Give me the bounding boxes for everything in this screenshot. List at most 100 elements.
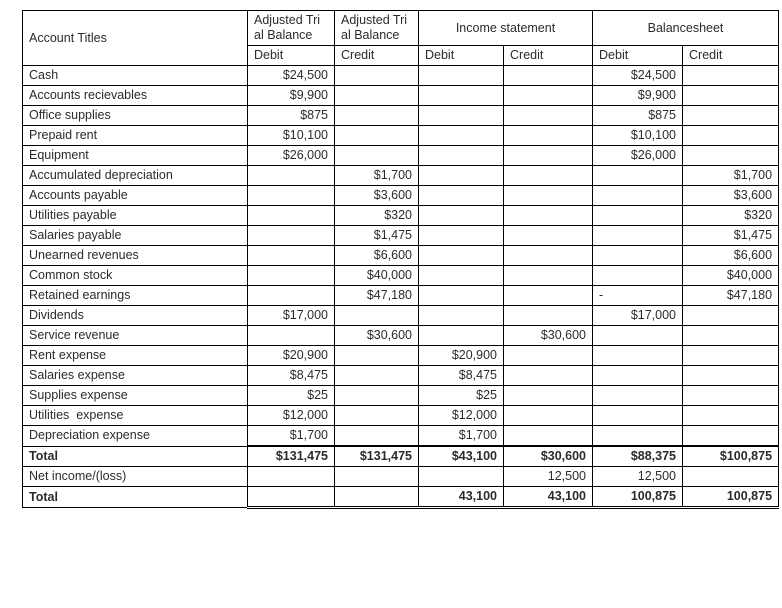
subheader-atb-debit: Debit <box>247 45 335 66</box>
atb-debit-cell <box>247 185 335 206</box>
income-statement-credit-cell: $30,600 <box>502 325 594 346</box>
subheader-bs-credit: Credit <box>682 45 780 66</box>
balance-sheet-debit-cell: $9,900 <box>592 85 684 106</box>
balance-sheet-debit-cell <box>592 325 684 346</box>
income-statement-credit-cell <box>502 225 594 246</box>
header-group-row: Account Titles Adjusted Tri al Balance A… <box>22 10 780 66</box>
table-header: Account Titles Adjusted Tri al Balance A… <box>22 10 780 66</box>
atb-debit-cell <box>247 285 335 306</box>
account-title-cell: Total <box>22 486 248 508</box>
balance-sheet-credit-cell <box>682 85 780 106</box>
income-statement-debit-cell <box>418 285 504 306</box>
income-statement-credit-cell <box>502 305 594 326</box>
balance-sheet-credit-cell: $1,475 <box>682 225 780 246</box>
income-statement-credit-cell <box>502 405 594 426</box>
table-row: Salaries expense $8,475 $8,475 <box>22 365 780 386</box>
account-title-cell: Supplies expense <box>22 385 248 406</box>
income-statement-credit-cell <box>502 65 594 86</box>
balance-sheet-credit-cell: $6,600 <box>682 245 780 266</box>
balance-sheet-credit-cell: $3,600 <box>682 185 780 206</box>
table-row: Retained earnings $47,180- $47,180 <box>22 285 780 306</box>
balance-sheet-credit-cell <box>682 425 780 447</box>
table-row: Office supplies $875 $875 <box>22 105 780 126</box>
balance-sheet-debit-cell: $875 <box>592 105 684 126</box>
account-title-cell: Net income/(loss) <box>22 466 248 487</box>
balance-sheet-debit-cell: 12,500 <box>592 466 684 487</box>
atb-debit-cell: $12,000 <box>247 405 335 426</box>
subheader-is-credit: Credit <box>502 45 594 66</box>
header-account-titles: Account Titles <box>22 10 248 66</box>
income-statement-credit-cell <box>502 265 594 286</box>
income-statement-debit-cell <box>418 85 504 106</box>
atb-credit-cell: $3,600 <box>334 185 419 206</box>
income-statement-debit-cell <box>418 205 504 226</box>
balance-sheet-credit-cell <box>682 145 780 166</box>
atb-credit-cell <box>334 145 419 166</box>
balance-sheet-credit-cell: 100,875 <box>682 486 780 509</box>
subheader-bs-debit: Debit <box>592 45 684 66</box>
income-statement-debit-cell: $12,000 <box>418 405 504 426</box>
balance-sheet-debit-cell <box>592 425 684 447</box>
table-row: Utilities expense $12,000 $12,000 <box>22 405 780 426</box>
account-title-cell: Cash <box>22 65 248 86</box>
account-title-cell: Dividends <box>22 305 248 326</box>
atb-credit-cell <box>334 466 419 487</box>
account-title-cell: Total <box>22 445 248 467</box>
atb-credit-cell: $1,700 <box>334 165 419 186</box>
account-title-cell: Accounts recievables <box>22 85 248 106</box>
income-statement-debit-cell: $25 <box>418 385 504 406</box>
income-statement-credit-cell <box>502 385 594 406</box>
atb-debit-cell <box>247 265 335 286</box>
atb-debit-cell: $26,000 <box>247 145 335 166</box>
account-title-cell: Salaries payable <box>22 225 248 246</box>
income-statement-debit-cell <box>418 105 504 126</box>
income-statement-debit-cell <box>418 265 504 286</box>
balance-sheet-debit-cell <box>592 185 684 206</box>
account-title-cell: Office supplies <box>22 105 248 126</box>
table-row: Accounts payable $3,600 $3,600 <box>22 185 780 206</box>
table-row: Accumulated depreciation $1,700 $1,700 <box>22 165 780 186</box>
atb-debit-cell: $10,100 <box>247 125 335 146</box>
atb-debit-cell <box>247 225 335 246</box>
income-statement-debit-cell: $20,900 <box>418 345 504 366</box>
balance-sheet-credit-cell: $1,700 <box>682 165 780 186</box>
balance-sheet-debit-cell: $24,500 <box>592 65 684 86</box>
balance-sheet-credit-cell <box>682 325 780 346</box>
table-row: Utilities payable $320 $320 <box>22 205 780 226</box>
table-row: Equipment $26,000 $26,000 <box>22 145 780 166</box>
table-row: Cash $24,500 $24,500 <box>22 65 780 86</box>
final-total-row: Total 43,100 43,100 100,875 100,875 <box>22 486 780 509</box>
income-statement-credit-cell <box>502 205 594 226</box>
atb-credit-cell <box>334 85 419 106</box>
atb-credit-cell: $40,000 <box>334 265 419 286</box>
income-statement-credit-cell <box>502 165 594 186</box>
table-row: Depreciation expense $1,700 $1,700 <box>22 425 780 447</box>
table-row: Rent expense $20,900 $20,900 <box>22 345 780 366</box>
income-statement-credit-cell: 12,500 <box>502 466 594 487</box>
atb-credit-cell <box>334 125 419 146</box>
balance-sheet-credit-cell <box>682 385 780 406</box>
income-statement-debit-cell: $1,700 <box>418 425 504 447</box>
balance-sheet-debit-cell <box>592 205 684 226</box>
income-statement-debit-cell: $43,100 <box>418 445 504 467</box>
balance-sheet-credit-cell <box>682 405 780 426</box>
atb-debit-cell: $24,500 <box>247 65 335 86</box>
account-title-cell: Utilities expense <box>22 405 248 426</box>
atb-credit-cell: $30,600 <box>334 325 419 346</box>
header-balance-sheet: Balancesheet <box>592 10 780 46</box>
income-statement-debit-cell <box>418 325 504 346</box>
table-body: Cash $24,500 $24,500 Accounts recievables $9… <box>22 65 780 509</box>
worksheet-table: Account Titles Adjusted Tri al Balance A… <box>22 10 780 509</box>
balance-sheet-debit-cell <box>592 405 684 426</box>
income-statement-credit-cell: 43,100 <box>502 486 594 509</box>
balance-sheet-debit-cell <box>592 225 684 246</box>
income-statement-debit-cell <box>418 466 504 487</box>
income-statement-debit-cell: 43,100 <box>418 486 504 509</box>
balance-sheet-credit-cell <box>682 305 780 326</box>
balance-sheet-credit-cell: $47,180 <box>682 285 780 306</box>
income-statement-debit-cell <box>418 185 504 206</box>
table-row: Supplies expense $25 $25 <box>22 385 780 406</box>
account-title-cell: Common stock <box>22 265 248 286</box>
balance-sheet-debit-cell <box>592 265 684 286</box>
balance-sheet-debit-cell <box>592 365 684 386</box>
